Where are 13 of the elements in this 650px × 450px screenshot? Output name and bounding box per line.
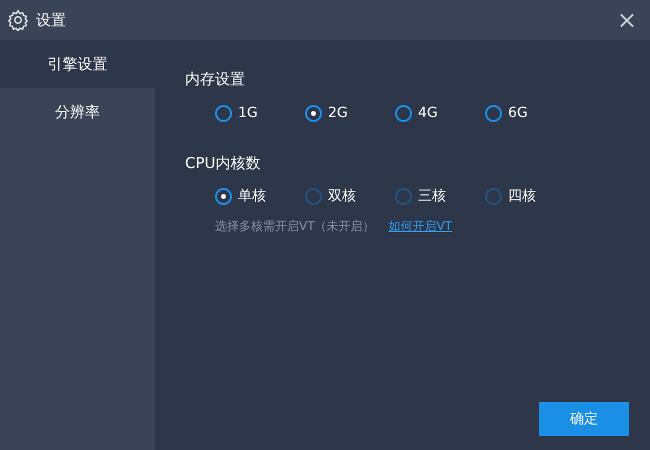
- radio-option[interactable]: 6G: [485, 102, 575, 124]
- section-title: CPU内核数: [185, 152, 262, 174]
- radio-option[interactable]: 单核: [215, 186, 305, 207]
- close-button[interactable]: ×: [610, 7, 643, 33]
- gear-icon: [7, 9, 29, 31]
- sidebar-item[interactable]: 引擎设置: [0, 40, 155, 88]
- section-title: 内存设置: [185, 69, 246, 90]
- help-link[interactable]: 如何开启VT: [388, 217, 452, 235]
- radio-option[interactable]: 4G: [395, 102, 485, 124]
- radio-option[interactable]: 1G: [215, 102, 305, 124]
- hint-text: 选择多核需开启VT（未开启）: [215, 218, 375, 235]
- radio-option[interactable]: 2G: [305, 102, 395, 124]
- window-title: 设置: [36, 10, 66, 31]
